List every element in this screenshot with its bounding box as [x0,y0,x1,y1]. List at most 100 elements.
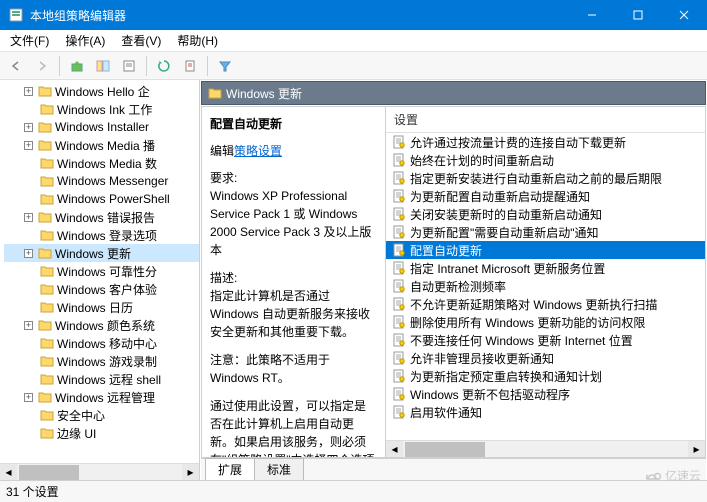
folder-icon [40,409,54,421]
tree-node-label: Windows 登录选项 [57,227,157,244]
settings-item-label: 配置自动更新 [410,242,482,259]
tree-node[interactable]: Windows 游戏录制 [4,352,199,370]
tree-node[interactable]: + Windows 颜色系统 [4,316,199,334]
menu-help[interactable]: 帮助(H) [171,30,224,51]
settings-list-item[interactable]: 不要连接任何 Windows 更新 Internet 位置 [386,331,705,349]
policy-icon [392,135,406,149]
policy-icon [392,405,406,419]
expand-icon[interactable]: + [24,249,33,258]
settings-list-item[interactable]: 自动更新检测频率 [386,277,705,295]
settings-list-item[interactable]: 允许非管理员接收更新通知 [386,349,705,367]
window-title: 本地组策略编辑器 [30,7,569,24]
separator [59,56,60,76]
settings-list-item[interactable]: 启用软件通知 [386,403,705,421]
tree-node-label: Windows 颜色系统 [55,317,155,334]
separator [207,56,208,76]
expand-icon[interactable]: + [24,393,33,402]
close-button[interactable] [661,0,707,30]
tree-panel[interactable]: + Windows Hello 企Windows Ink 工作 + Windows I… [0,80,200,480]
properties-button[interactable] [117,54,141,78]
tree-node-label: Windows 客户体验 [57,281,157,298]
tree-node[interactable]: Windows Media 数 [4,154,199,172]
up-button[interactable] [65,54,89,78]
column-header-setting[interactable]: 设置 [386,107,705,133]
tree-node[interactable]: +Windows 远程管理 [4,388,199,406]
separator [146,56,147,76]
settings-list-item[interactable]: 为更新配置"需要自动重新启动"通知 [386,223,705,241]
tree-node[interactable]: Windows PowerShell [4,190,199,208]
tree-node[interactable]: +Windows Media 播 [4,136,199,154]
app-icon [8,7,24,23]
settings-item-label: 不要连接任何 Windows 更新 Internet 位置 [410,332,633,349]
policy-icon [392,153,406,167]
menu-file[interactable]: 文件(F) [4,30,55,51]
refresh-button[interactable] [152,54,176,78]
tree-node[interactable]: + Windows Hello 企 [4,82,199,100]
back-button[interactable] [4,54,28,78]
requirements-heading: 要求: [210,171,237,185]
view-tabs: 扩展 标准 [201,458,706,480]
expand-icon[interactable]: + [24,123,33,132]
settings-list-item[interactable]: 不允许更新延期策略对 Windows 更新执行扫描 [386,295,705,313]
tree-node[interactable]: Windows 客户体验 [4,280,199,298]
tab-extended[interactable]: 扩展 [205,458,255,480]
tree-node[interactable]: + Windows Installer [4,118,199,136]
filter-button[interactable] [213,54,237,78]
edit-policy-link[interactable]: 策略设置 [234,144,282,158]
policy-icon [392,261,406,275]
menu-view[interactable]: 查看(V) [115,30,167,51]
settings-item-label: 允许通过按流量计费的连接自动下载更新 [410,134,626,151]
list-hscrollbar[interactable]: ◂▸ [386,440,705,457]
statusbar: 31 个设置 [0,480,707,502]
settings-list-item[interactable]: 为更新指定预定重启转换和通知计划 [386,367,705,385]
tree-node[interactable]: + Windows 错误报告 [4,208,199,226]
expand-icon[interactable]: + [24,213,33,222]
tree-node[interactable]: 安全中心 [4,406,199,424]
tree-hscrollbar[interactable]: ◂▸ [0,463,199,480]
settings-list-item[interactable]: 关闭安装更新时的自动重新启动通知 [386,205,705,223]
status-text: 31 个设置 [6,483,59,500]
tree-node-label: Windows Installer [55,120,149,134]
show-hide-tree-button[interactable] [91,54,115,78]
tree-node[interactable]: Windows 登录选项 [4,226,199,244]
settings-list-item[interactable]: 删除使用所有 Windows 更新功能的访问权限 [386,313,705,331]
tree-node[interactable]: +Windows 更新 [4,244,199,262]
folder-icon [38,85,52,97]
description-heading: 描述: [210,271,237,285]
menu-action[interactable]: 操作(A) [59,30,111,51]
tree-node[interactable]: Windows 可靠性分 [4,262,199,280]
settings-list-item[interactable]: 允许通过按流量计费的连接自动下载更新 [386,133,705,151]
export-button[interactable] [178,54,202,78]
forward-button[interactable] [30,54,54,78]
expand-icon[interactable]: + [24,141,33,150]
edit-policy-line: 编辑策略设置 [210,142,377,159]
folder-icon [38,121,52,133]
settings-list-item[interactable]: 始终在计划的时间重新启动 [386,151,705,169]
maximize-button[interactable] [615,0,661,30]
tree-node[interactable]: 边缘 UI [4,424,199,442]
tab-standard[interactable]: 标准 [254,458,304,480]
settings-list-item[interactable]: 配置自动更新 [386,241,705,259]
tree-node-label: Windows 错误报告 [55,209,155,226]
content-header: Windows 更新 [201,81,706,105]
tree-node-label: Windows Ink 工作 [57,101,152,118]
tree-node-label: Windows Hello 企 [55,83,150,100]
minimize-button[interactable] [569,0,615,30]
settings-list-item[interactable]: 指定更新安装进行自动重新启动之前的最后期限 [386,169,705,187]
expand-icon[interactable]: + [24,87,33,96]
tree-node[interactable]: Windows Messenger [4,172,199,190]
settings-item-label: 删除使用所有 Windows 更新功能的访问权限 [410,314,645,331]
tree-node[interactable]: Windows 日历 [4,298,199,316]
settings-list-item[interactable]: 指定 Intranet Microsoft 更新服务位置 [386,259,705,277]
settings-list-item[interactable]: Windows 更新不包括驱动程序 [386,385,705,403]
tree-node[interactable]: Windows 远程 shell [4,370,199,388]
workspace: + Windows Hello 企Windows Ink 工作 + Windows I… [0,80,707,480]
tree-node[interactable]: Windows Ink 工作 [4,100,199,118]
settings-list-item[interactable]: 为更新配置自动重新启动提醒通知 [386,187,705,205]
settings-item-label: 始终在计划的时间重新启动 [410,152,554,169]
expand-icon[interactable]: + [24,321,33,330]
tree-node[interactable]: Windows 移动中心 [4,334,199,352]
tree-node-label: Windows Messenger [57,174,168,188]
settings-list[interactable]: 设置 允许通过按流量计费的连接自动下载更新始终在计划的时间重新启动指定更新安装进… [386,107,705,457]
policy-icon [392,333,406,347]
